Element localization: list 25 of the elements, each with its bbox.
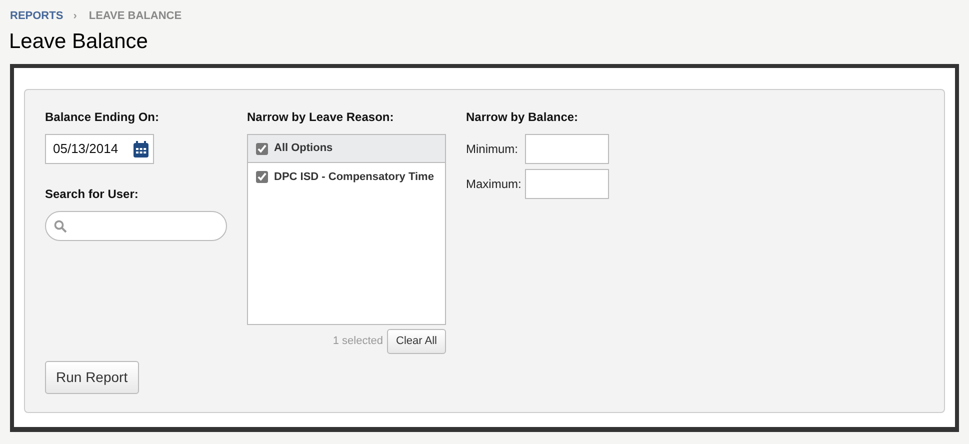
calendar-icon[interactable] xyxy=(133,140,149,158)
run-report-button[interactable]: Run Report xyxy=(45,361,139,394)
clear-all-button[interactable]: Clear All xyxy=(387,329,446,354)
breadcrumb-link[interactable]: REPORTS xyxy=(10,10,64,22)
search-field[interactable] xyxy=(45,211,227,242)
field-label: Search for User: xyxy=(45,186,140,204)
checkbox[interactable] xyxy=(256,171,268,184)
selection-count: 1 selected xyxy=(332,334,384,350)
search-icon xyxy=(54,220,67,233)
option-item[interactable]: DPC ISD - Compensatory Time xyxy=(248,163,445,192)
field-label: Maximum: xyxy=(466,176,522,194)
page-title: Leave Balance xyxy=(9,29,149,54)
checkbox[interactable] xyxy=(256,142,268,155)
date-field[interactable]: 05/13/2014 xyxy=(45,134,154,164)
breadcrumb-separator: › xyxy=(73,10,77,22)
field-label: Minimum: xyxy=(466,141,520,158)
field-label: Narrow by Leave Reason: xyxy=(247,109,395,126)
field-label: Balance Ending On: xyxy=(45,109,160,126)
option-label: All Options xyxy=(274,141,333,156)
breadcrumb-current: LEAVE BALANCE xyxy=(88,10,182,22)
number-field[interactable] xyxy=(525,169,609,200)
select-all-option[interactable]: All Options xyxy=(248,135,445,164)
option-label: DPC ISD - Compensatory Time xyxy=(274,170,434,185)
field-label: Narrow by Balance: xyxy=(466,109,580,126)
number-field[interactable] xyxy=(525,134,609,164)
